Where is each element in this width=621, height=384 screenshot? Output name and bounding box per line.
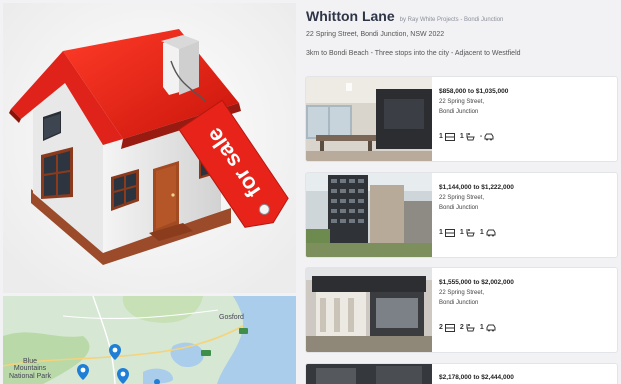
bath-count: 1 [459,229,464,236]
listing-details: $858,000 to $1,035,000 22 Spring Street,… [432,77,508,161]
car-count: 1 [479,229,484,236]
bath-icon [466,324,475,332]
listing-card[interactable]: $2,178,000 to $2,444,000 [305,363,618,384]
map-pin-icon[interactable] [109,344,121,360]
listing-features: 2 2 1 [439,323,514,332]
car-icon [484,133,494,140]
listing-features: 1 1 1 [439,228,514,237]
car-count: 1 [479,324,484,331]
car-icon [486,324,496,331]
page: for sale Gosford Blue Mountains National… [0,0,621,384]
map-pin-icon[interactable] [117,368,129,384]
title-row: Whitton Lane by Ray White Projects - Bon… [306,8,616,24]
car-count: - [479,133,483,140]
listing-suburb: Bondi Junction [439,109,479,115]
listing-suburb: Bondi Junction [439,205,479,211]
bed-count: 2 [439,324,443,331]
bath-icon [466,133,475,141]
listing-features: 1 1 - [439,132,508,141]
listing-card[interactable]: $1,144,000 to $1,222,000 22 Spring Stree… [305,172,618,258]
listing-street: 22 Spring Street, [439,290,485,296]
listing-details: $2,178,000 to $2,444,000 [432,364,514,384]
project-title: Whitton Lane [306,8,395,24]
listing-details: $1,144,000 to $1,222,000 22 Spring Stree… [432,173,514,257]
listing-photo [306,364,432,384]
project-address: 22 Spring Street, Bondi Junction, NSW 20… [306,31,445,38]
house-for-sale-illustration: for sale [3,3,296,293]
listing-price: $858,000 to $1,035,000 [439,88,509,95]
map[interactable]: Gosford Blue Mountains National Park [3,296,296,384]
listing-price: $2,178,000 to $2,444,000 [439,374,514,381]
listing-photo [306,77,432,161]
listing-card[interactable]: $858,000 to $1,035,000 22 Spring Street,… [305,76,618,162]
map-pin-icon[interactable] [154,379,160,384]
project-tagline: 3km to Bondi Beach - Three stops into th… [306,50,521,57]
listing-photo [306,268,432,352]
listing-price: $1,555,000 to $2,002,000 [439,279,514,286]
listing-photo [306,173,432,257]
listing-suburb: Bondi Junction [439,300,479,306]
bath-icon [466,229,475,237]
listing-street: 22 Spring Street, [439,99,485,105]
car-icon [486,229,496,236]
hero-image: for sale [3,3,296,293]
project-byline[interactable]: by Ray White Projects - Bondi Junction [400,17,504,23]
map-pin-icon[interactable] [77,364,89,380]
bed-icon [444,132,455,141]
listing-details: $1,555,000 to $2,002,000 22 Spring Stree… [432,268,514,352]
bath-count: 2 [459,324,464,331]
project-info: Whitton Lane by Ray White Projects - Bon… [306,8,616,57]
bath-count: 1 [459,133,464,140]
bed-count: 1 [439,133,443,140]
bed-icon [444,323,455,332]
listing-card[interactable]: $1,555,000 to $2,002,000 22 Spring Stree… [305,267,618,353]
bed-count: 1 [439,229,443,236]
listing-price: $1,144,000 to $1,222,000 [439,184,514,191]
bed-icon [444,228,455,237]
listing-street: 22 Spring Street, [439,195,485,201]
